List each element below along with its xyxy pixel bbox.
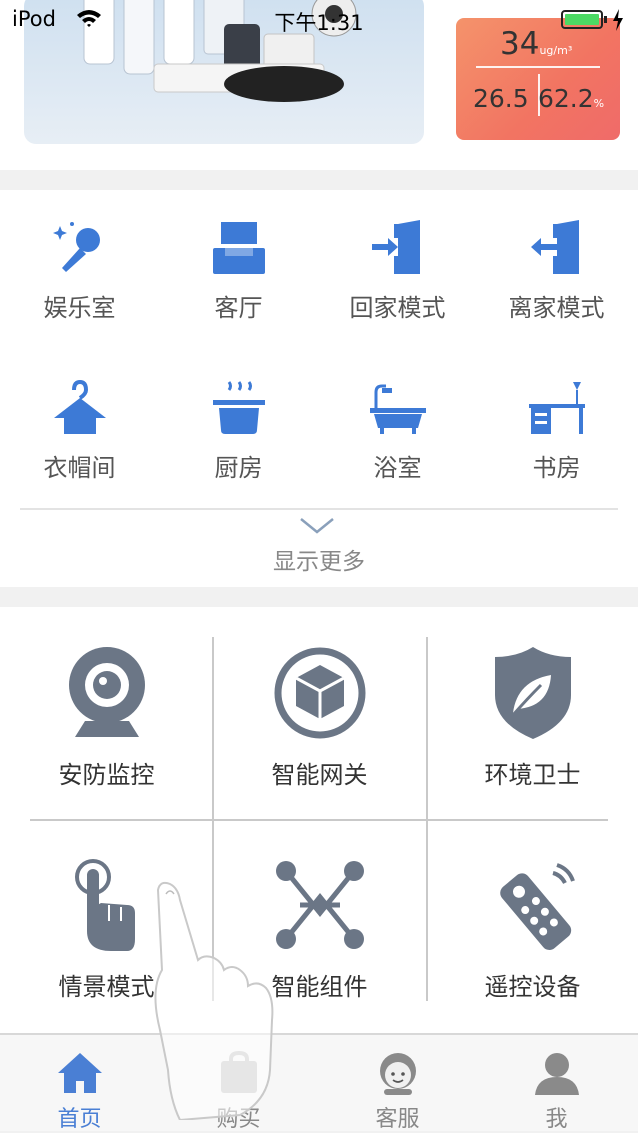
section-divider [20, 508, 618, 510]
battery-icon [561, 10, 603, 29]
door-enter-icon [371, 220, 420, 274]
webcam-icon [68, 647, 145, 737]
tab-label: 我 [545, 1107, 568, 1132]
battery-cap [604, 16, 607, 23]
clock: 下午1:31 [274, 11, 364, 35]
room-label: 回家模式 [349, 294, 446, 322]
room-label: 娱乐室 [43, 294, 116, 322]
show-more-button[interactable]: 显示更多 [0, 514, 638, 576]
door-exit-icon [530, 220, 579, 274]
tab-support[interactable]: 客服 [318, 1035, 477, 1132]
feature-environment[interactable]: 环境卫士 [426, 607, 638, 819]
microphone-icon [52, 222, 100, 272]
feature-label: 智能网关 [271, 761, 368, 789]
feature-remote[interactable]: 遥控设备 [426, 819, 638, 1031]
feature-grid: 安防监控 智能网关 环境卫士 情景模式 智能组件 遥控设备 [0, 607, 638, 1033]
room-label: 衣帽间 [43, 454, 116, 482]
feature-label: 情景模式 [58, 973, 155, 1001]
shop-icon [220, 1050, 257, 1093]
room-label: 书房 [532, 454, 581, 482]
humidity-reading: 62.2% [538, 84, 605, 113]
room-bathroom[interactable]: 浴室 [318, 350, 477, 500]
tab-bar: 首页 购买 客服 我 [0, 1033, 638, 1132]
home-icon [57, 1053, 102, 1093]
tab-label: 客服 [375, 1107, 420, 1132]
room-label: 客厅 [214, 294, 263, 322]
feature-label: 安防监控 [58, 761, 155, 789]
env-divider [476, 66, 600, 68]
tab-label: 购买 [216, 1107, 261, 1132]
feature-components[interactable]: 智能组件 [213, 819, 426, 1031]
sofa-icon [212, 222, 265, 274]
room-label: 厨房 [214, 454, 263, 482]
remote-control-icon [499, 863, 575, 950]
show-more-label: 显示更多 [273, 549, 365, 575]
status-bar: iPod 下午1:31 [0, 0, 638, 40]
room-study[interactable]: 书房 [477, 350, 636, 500]
chevron-down-icon [300, 518, 334, 534]
room-living[interactable]: 客厅 [159, 190, 318, 340]
tab-home[interactable]: 首页 [0, 1035, 159, 1132]
feature-scene[interactable]: 情景模式 [0, 819, 213, 1031]
feature-gateway[interactable]: 智能网关 [213, 607, 426, 819]
room-away-mode[interactable]: 离家模式 [477, 190, 636, 340]
leaf-shield-icon [494, 647, 571, 739]
tab-buy[interactable]: 购买 [159, 1035, 318, 1132]
feature-label: 智能组件 [271, 973, 368, 1001]
feature-security[interactable]: 安防监控 [0, 607, 213, 819]
room-label: 浴室 [373, 454, 422, 482]
rooms-section: 娱乐室 客厅 回家模式 离家模式 衣帽间 厨房 浴室 书房 显示更多 [0, 190, 638, 587]
bathtub-icon [369, 384, 426, 434]
support-icon [379, 1053, 416, 1095]
room-entertainment[interactable]: 娱乐室 [0, 190, 159, 340]
cube-icon [274, 647, 365, 739]
network-icon [275, 861, 364, 949]
room-home-mode[interactable]: 回家模式 [318, 190, 477, 340]
room-kitchen[interactable]: 厨房 [159, 350, 318, 500]
room-closet[interactable]: 衣帽间 [0, 350, 159, 500]
tap-hand-icon [74, 859, 135, 951]
grid-divider [30, 819, 608, 821]
desk-icon [528, 382, 585, 434]
hanger-icon [53, 379, 106, 434]
tab-label: 首页 [57, 1107, 102, 1132]
charging-icon [613, 9, 623, 31]
feature-label: 遥控设备 [484, 973, 581, 1001]
room-label: 离家模式 [508, 294, 605, 322]
tab-me[interactable]: 我 [477, 1035, 636, 1132]
pot-icon [212, 381, 265, 434]
feature-label: 环境卫士 [484, 761, 581, 789]
temperature-reading: 26.5 [473, 84, 529, 113]
user-icon [534, 1053, 579, 1095]
